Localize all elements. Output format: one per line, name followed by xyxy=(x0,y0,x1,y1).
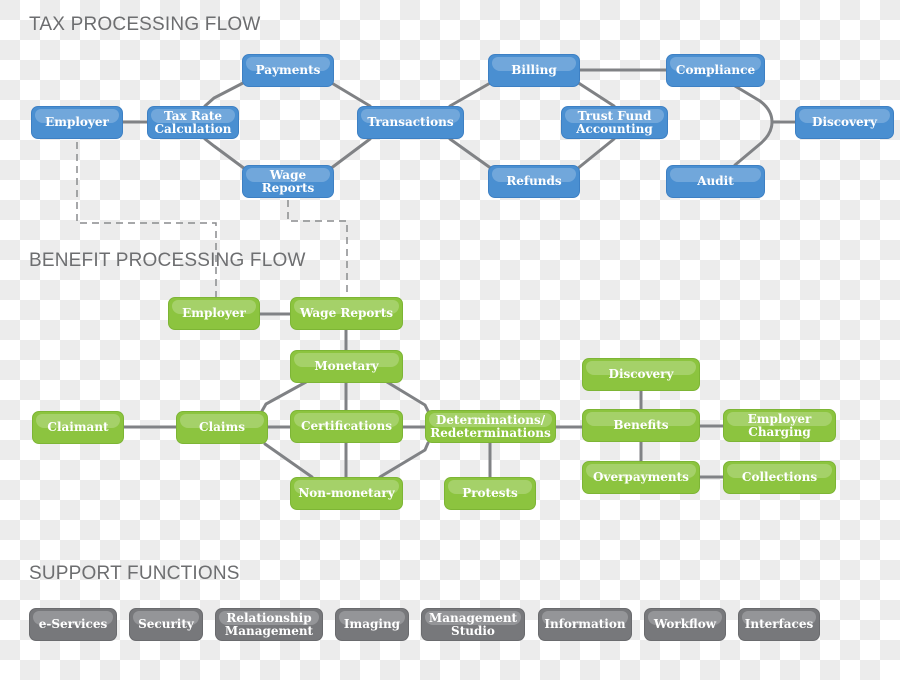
node-label: Management Studio xyxy=(428,610,518,638)
edge-transactions-refunds xyxy=(448,137,494,171)
node-label: Overpayments xyxy=(593,470,689,484)
node-label: Workflow xyxy=(653,617,717,631)
benefit-node-benefits[interactable]: Benefits xyxy=(582,409,700,442)
node-label: Wage Reports xyxy=(261,167,315,195)
support-imaging[interactable]: Imaging xyxy=(335,608,409,641)
node-label: Determinations/ Redeterminations xyxy=(430,412,551,440)
edge-billing-trustfund xyxy=(575,80,616,108)
tax-node-audit[interactable]: Audit xyxy=(666,165,765,198)
tax-node-billing[interactable]: Billing xyxy=(488,54,580,87)
support-e-services[interactable]: e-Services xyxy=(29,608,117,641)
node-label: Tax Rate Calculation xyxy=(154,108,232,136)
node-label: Employer xyxy=(45,115,109,129)
tax-node-discovery[interactable]: Discovery xyxy=(795,106,894,139)
node-label: Employer Charging xyxy=(747,411,812,439)
node-label: Protests xyxy=(462,486,518,500)
node-label: Compliance xyxy=(675,63,756,77)
node-label: Discovery xyxy=(608,367,674,381)
benefit-node-overpayments[interactable]: Overpayments xyxy=(582,461,700,494)
benefit-node-certifications[interactable]: Certifications xyxy=(290,410,403,443)
node-label: Security xyxy=(138,617,194,631)
tax-node-payments[interactable]: Payments xyxy=(242,54,334,87)
tax-node-employer[interactable]: Employer xyxy=(31,106,123,139)
support-security[interactable]: Security xyxy=(129,608,203,641)
tax-node-trust-fund-accounting[interactable]: Trust Fund Accounting xyxy=(561,106,668,139)
node-label: Discovery xyxy=(812,115,877,129)
benefit-node-collections[interactable]: Collections xyxy=(723,461,836,494)
benefit-node-employer-charging[interactable]: Employer Charging xyxy=(723,409,836,442)
tax-node-refunds[interactable]: Refunds xyxy=(488,165,580,198)
benefit-node-employer[interactable]: Employer xyxy=(168,297,260,330)
node-label: Imaging xyxy=(343,617,401,631)
benefit-node-protests[interactable]: Protests xyxy=(444,477,536,510)
support-workflow[interactable]: Workflow xyxy=(644,608,726,641)
connector-layer xyxy=(76,68,797,479)
crosslink-wagereports xyxy=(287,200,348,293)
edge-payments-transactions xyxy=(328,80,372,108)
node-label: Payments xyxy=(255,63,321,77)
node-label: Employer xyxy=(182,306,246,320)
edge-taxrate-wagereports xyxy=(203,137,247,171)
tax-node-tax-rate-calculation[interactable]: Tax Rate Calculation xyxy=(147,106,239,139)
benefit-node-wage-reports[interactable]: Wage Reports xyxy=(290,297,403,330)
node-label: Audit xyxy=(697,174,734,188)
node-label: Refunds xyxy=(506,174,562,188)
node-label: Collections xyxy=(741,470,818,484)
node-label: Benefits xyxy=(613,418,669,432)
support-relationship-management[interactable]: Relationship Management xyxy=(215,608,323,641)
node-label: Monetary xyxy=(314,359,379,373)
benefit-node-claims[interactable]: Claims xyxy=(176,411,268,444)
support-management-studio[interactable]: Management Studio xyxy=(421,608,525,641)
node-label: Information xyxy=(544,617,626,631)
edge-wagereports-transactions xyxy=(328,137,372,171)
edge-nonmonetary-determinations xyxy=(378,441,430,479)
support-interfaces[interactable]: Interfaces xyxy=(738,608,820,641)
node-label: Wage Reports xyxy=(299,306,394,320)
tax-node-compliance[interactable]: Compliance xyxy=(666,54,765,87)
benefit-node-claimant[interactable]: Claimant xyxy=(32,411,124,444)
edge-refunds-trustfund xyxy=(575,137,616,171)
benefit-node-discovery[interactable]: Discovery xyxy=(582,358,700,391)
edge-taxrate-payments xyxy=(203,80,247,108)
node-label: Certifications xyxy=(300,419,392,433)
benefit-node-monetary[interactable]: Monetary xyxy=(290,350,403,383)
tax-node-wage-reports[interactable]: Wage Reports xyxy=(242,165,334,198)
support-information[interactable]: Information xyxy=(538,608,632,641)
edge-compliance-audit-curve xyxy=(733,84,774,167)
benefit-node-determinations[interactable]: Determinations/ Redeterminations xyxy=(425,410,556,443)
node-label: Relationship Management xyxy=(224,610,314,638)
benefit-node-non-monetary[interactable]: Non-monetary xyxy=(290,477,403,510)
node-label: Non-monetary xyxy=(298,486,395,500)
edge-claims-nonmonetary xyxy=(263,442,314,479)
node-label: Trust Fund Accounting xyxy=(576,108,653,136)
node-label: Interfaces xyxy=(744,617,814,631)
tax-node-transactions[interactable]: Transactions xyxy=(357,106,464,139)
node-label: e-Services xyxy=(38,617,108,631)
node-label: Claimant xyxy=(47,420,109,434)
edge-monetary-determinations xyxy=(385,380,430,413)
node-label: Transactions xyxy=(367,115,454,129)
node-label: Billing xyxy=(511,63,557,77)
edge-claims-monetary xyxy=(260,380,308,413)
edge-transactions-billing xyxy=(448,80,494,108)
node-label: Claims xyxy=(199,420,245,434)
crosslink-employer xyxy=(76,142,217,297)
